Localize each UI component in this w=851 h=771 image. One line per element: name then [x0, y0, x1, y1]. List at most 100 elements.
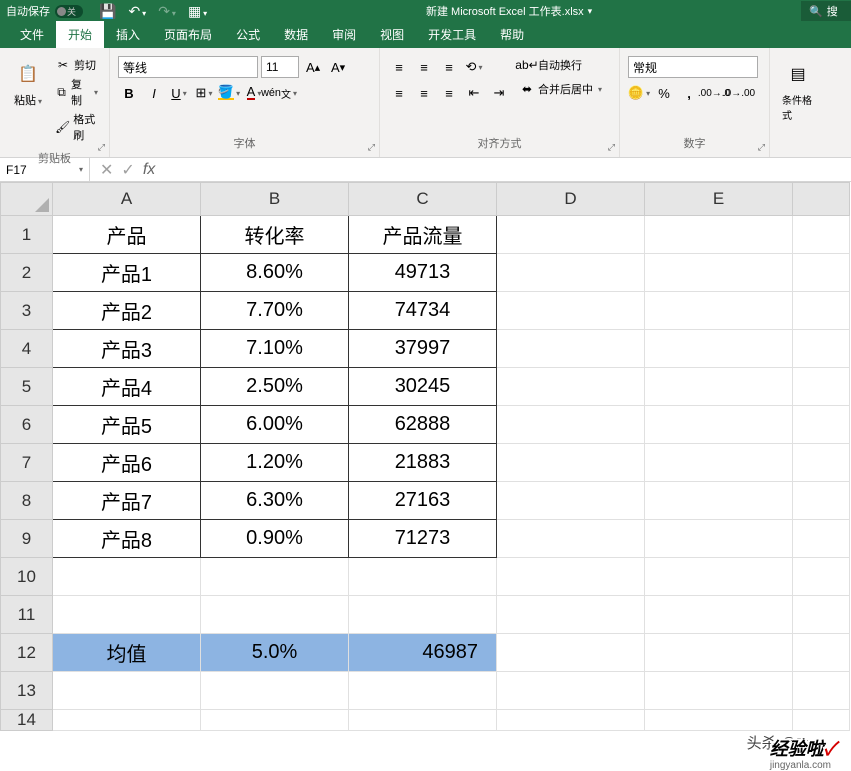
cell-A8[interactable]: 产品7	[53, 482, 201, 520]
cell-A10[interactable]	[53, 558, 201, 596]
cell-B11[interactable]	[201, 596, 349, 634]
col-header-A[interactable]: A	[53, 183, 201, 216]
confirm-icon[interactable]: ✓	[121, 160, 134, 180]
tab-page-layout[interactable]: 页面布局	[152, 21, 224, 48]
save-icon[interactable]: 💾	[99, 3, 116, 20]
dialog-launcher-icon[interactable]: ⤢	[368, 142, 375, 153]
cell-E2[interactable]	[645, 254, 793, 292]
cell-E10[interactable]	[645, 558, 793, 596]
fx-icon[interactable]: fx	[143, 161, 155, 179]
phonetic-button[interactable]: wén文▾	[268, 82, 290, 104]
cell-E3[interactable]	[645, 292, 793, 330]
tab-help[interactable]: 帮助	[488, 21, 536, 48]
cell-A3[interactable]: 产品2	[53, 292, 201, 330]
cell-C12[interactable]: 46987	[349, 634, 497, 672]
increase-font-icon[interactable]: A▴	[302, 56, 324, 78]
spreadsheet-grid[interactable]: ABCDE1产品转化率产品流量2产品18.60%497133产品27.70%74…	[0, 182, 851, 731]
format-painter-button[interactable]: 🖌格式刷	[52, 110, 101, 144]
search-box[interactable]: 🔍 搜	[801, 1, 851, 21]
cell-E8[interactable]	[645, 482, 793, 520]
cell-D2[interactable]	[497, 254, 645, 292]
cell-A6[interactable]: 产品5	[53, 406, 201, 444]
cell-A14[interactable]	[53, 710, 201, 731]
cell-D6[interactable]	[497, 406, 645, 444]
cut-button[interactable]: ✂剪切	[52, 56, 101, 74]
cell-C5[interactable]: 30245	[349, 368, 497, 406]
cell-A2[interactable]: 产品1	[53, 254, 201, 292]
font-size-select[interactable]	[261, 56, 299, 78]
cell-E9[interactable]	[645, 520, 793, 558]
cell-B2[interactable]: 8.60%	[201, 254, 349, 292]
cell-B9[interactable]: 0.90%	[201, 520, 349, 558]
cell-A9[interactable]: 产品8	[53, 520, 201, 558]
row-header-3[interactable]: 3	[1, 292, 53, 330]
cell-C9[interactable]: 71273	[349, 520, 497, 558]
cell-B10[interactable]	[201, 558, 349, 596]
cell-A13[interactable]	[53, 672, 201, 710]
cell-C2[interactable]: 49713	[349, 254, 497, 292]
currency-icon[interactable]: 🪙▾	[628, 82, 650, 104]
row-header-8[interactable]: 8	[1, 482, 53, 520]
align-bottom-icon[interactable]: ≡	[438, 56, 460, 78]
conditional-format-button[interactable]: ▤ 条件格式	[778, 56, 818, 124]
comma-icon[interactable]: ,	[678, 82, 700, 104]
col-header-B[interactable]: B	[201, 183, 349, 216]
cell-D1[interactable]	[497, 216, 645, 254]
orientation-icon[interactable]: ⟲▾	[463, 56, 485, 78]
decrease-decimal-icon[interactable]: .0→.00	[728, 82, 750, 104]
cell-E6[interactable]	[645, 406, 793, 444]
number-format-select[interactable]	[628, 56, 758, 78]
align-right-icon[interactable]: ≡	[438, 82, 460, 104]
paste-button[interactable]: 📋 粘贴▾	[8, 56, 48, 110]
cell-C8[interactable]: 27163	[349, 482, 497, 520]
cell-D13[interactable]	[497, 672, 645, 710]
cell-B3[interactable]: 7.70%	[201, 292, 349, 330]
align-middle-icon[interactable]: ≡	[413, 56, 435, 78]
table-icon[interactable]: ▦▾	[188, 3, 207, 20]
tab-home[interactable]: 开始	[56, 21, 104, 48]
row-header-1[interactable]: 1	[1, 216, 53, 254]
row-header-7[interactable]: 7	[1, 444, 53, 482]
cell-B1[interactable]: 转化率	[201, 216, 349, 254]
cell-B8[interactable]: 6.30%	[201, 482, 349, 520]
cell-A1[interactable]: 产品	[53, 216, 201, 254]
cell-C11[interactable]	[349, 596, 497, 634]
merge-center-button[interactable]: ⬌合并后居中▾	[516, 80, 605, 98]
border-button[interactable]: ⊞▾	[193, 82, 215, 104]
cell-D7[interactable]	[497, 444, 645, 482]
cell-D9[interactable]	[497, 520, 645, 558]
row-header-6[interactable]: 6	[1, 406, 53, 444]
cell-C7[interactable]: 21883	[349, 444, 497, 482]
row-header-5[interactable]: 5	[1, 368, 53, 406]
row-header-10[interactable]: 10	[1, 558, 53, 596]
tab-file[interactable]: 文件	[8, 21, 56, 48]
underline-button[interactable]: U▾	[168, 82, 190, 104]
row-header-14[interactable]: 14	[1, 710, 53, 731]
row-header-4[interactable]: 4	[1, 330, 53, 368]
cell-E4[interactable]	[645, 330, 793, 368]
cell-D11[interactable]	[497, 596, 645, 634]
cell-C6[interactable]: 62888	[349, 406, 497, 444]
row-header-11[interactable]: 11	[1, 596, 53, 634]
cell-E13[interactable]	[645, 672, 793, 710]
copy-button[interactable]: ⧉复制▾	[52, 75, 101, 109]
cell-E7[interactable]	[645, 444, 793, 482]
autosave-toggle[interactable]: 自动保存 关	[0, 3, 89, 19]
row-header-13[interactable]: 13	[1, 672, 53, 710]
cell-A5[interactable]: 产品4	[53, 368, 201, 406]
font-name-select[interactable]	[118, 56, 258, 78]
bold-button[interactable]: B	[118, 82, 140, 104]
cell-B5[interactable]: 2.50%	[201, 368, 349, 406]
tab-developer[interactable]: 开发工具	[416, 21, 488, 48]
cell-E14[interactable]	[645, 710, 793, 731]
tab-view[interactable]: 视图	[368, 21, 416, 48]
cell-E5[interactable]	[645, 368, 793, 406]
align-left-icon[interactable]: ≡	[388, 82, 410, 104]
cancel-icon[interactable]: ✕	[100, 160, 113, 180]
cell-C1[interactable]: 产品流量	[349, 216, 497, 254]
cell-D12[interactable]	[497, 634, 645, 672]
align-center-icon[interactable]: ≡	[413, 82, 435, 104]
cell-D5[interactable]	[497, 368, 645, 406]
dialog-launcher-icon[interactable]: ⤢	[758, 142, 765, 153]
cell-B14[interactable]	[201, 710, 349, 731]
